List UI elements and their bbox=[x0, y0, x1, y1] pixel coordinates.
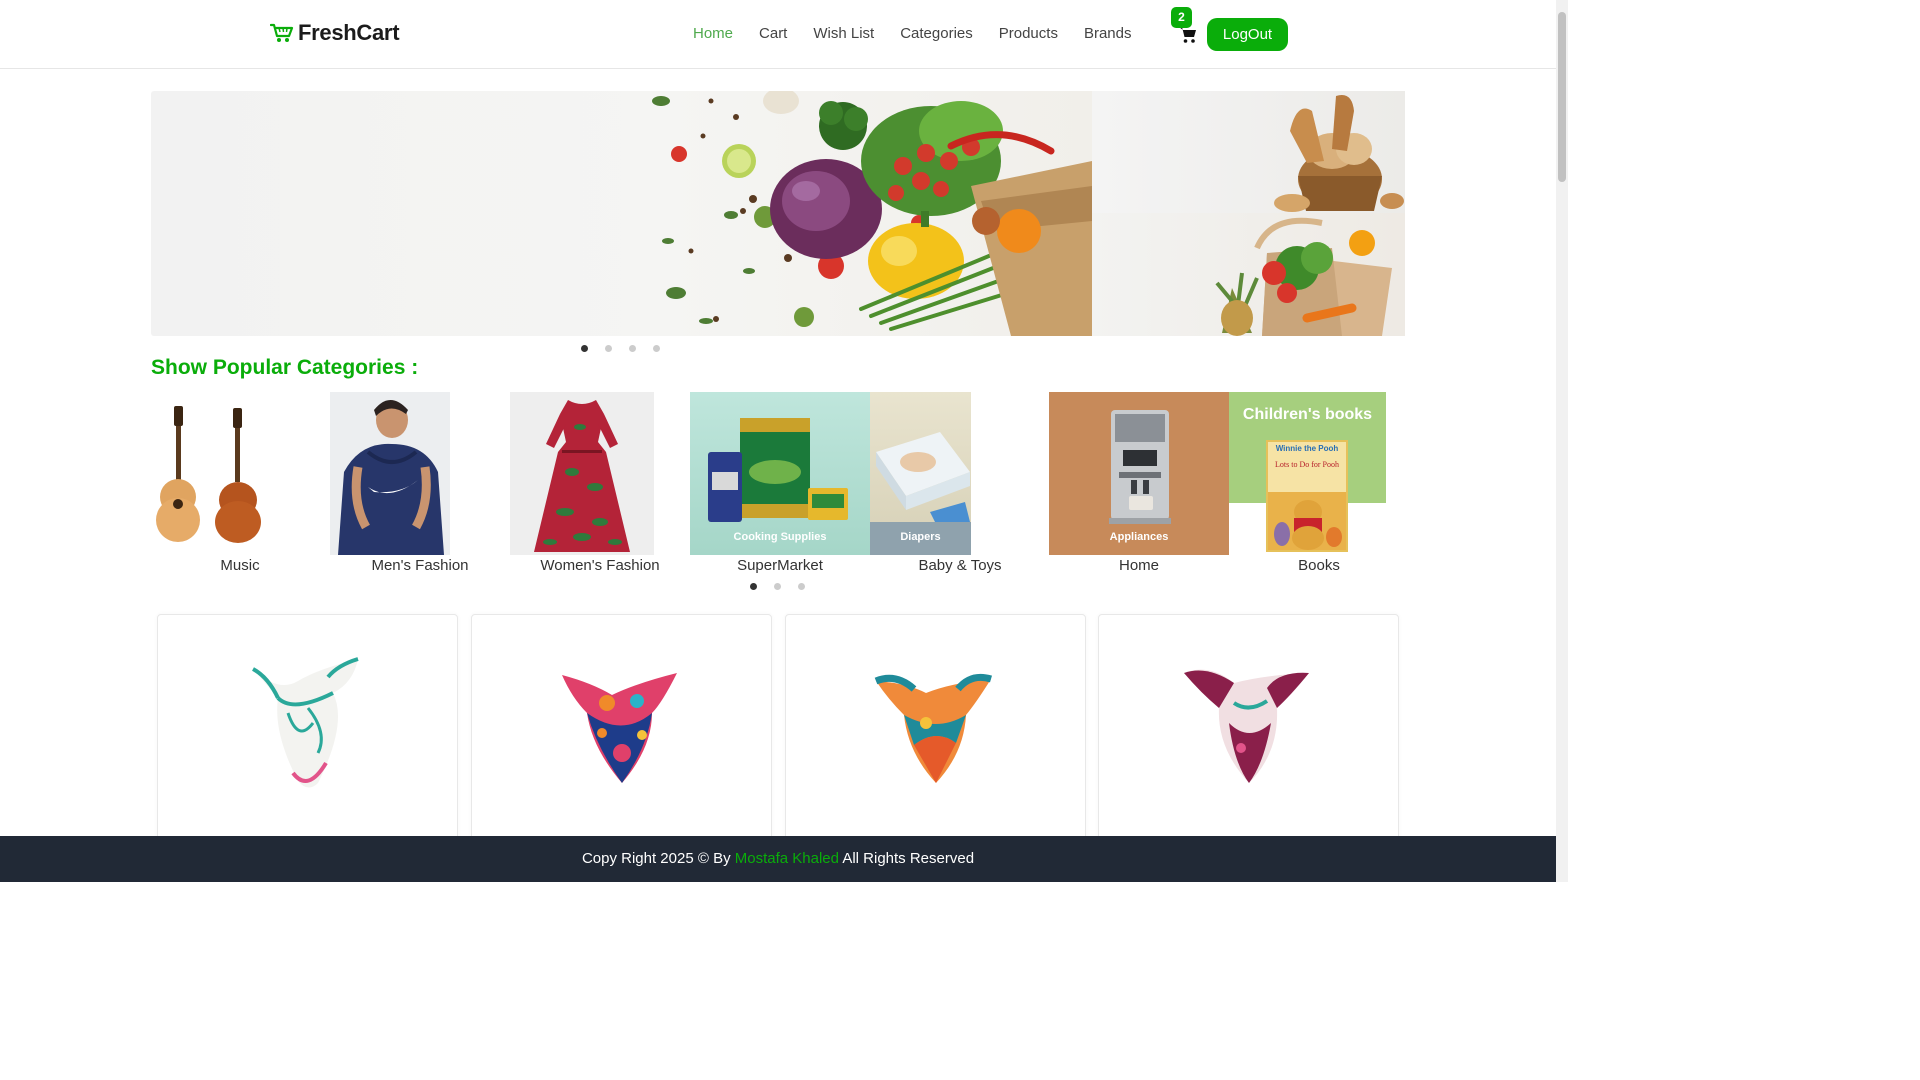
shopping-cart-icon bbox=[1179, 27, 1196, 43]
product-card[interactable] bbox=[785, 614, 1086, 854]
hero-slider-dot[interactable] bbox=[653, 345, 660, 352]
cart-logo-icon bbox=[270, 23, 294, 42]
category-name: Baby & Toys bbox=[918, 557, 1002, 574]
product-image bbox=[562, 673, 677, 783]
books-banner-title: Children's books bbox=[1242, 406, 1373, 423]
hero-side-images bbox=[1092, 91, 1405, 336]
hero-slider-dot[interactable] bbox=[629, 345, 636, 352]
bread-basket-image bbox=[1092, 91, 1405, 213]
categories-slider-dot[interactable] bbox=[750, 583, 757, 590]
category-image-label: Cooking Supplies bbox=[733, 531, 827, 543]
brand-name: FreshCart bbox=[298, 20, 400, 45]
category-image: Diapers bbox=[870, 392, 971, 555]
category-image bbox=[330, 392, 450, 555]
nav-link-brands[interactable]: Brands bbox=[1071, 24, 1145, 44]
scrollbar-thumb[interactable] bbox=[1558, 12, 1566, 182]
category-name: SuperMarket bbox=[737, 557, 823, 574]
hero-slider-dot[interactable] bbox=[605, 345, 612, 352]
category-image: Cooking Supplies bbox=[690, 392, 870, 555]
product-card[interactable] bbox=[157, 614, 458, 854]
categories-slider-dot[interactable] bbox=[798, 583, 805, 590]
category-image: Children's books Winnie the Pooh Lots to… bbox=[1229, 392, 1386, 555]
footer: Copy Right 2025 © By Mostafa Khaled All … bbox=[0, 836, 1556, 882]
product-card[interactable] bbox=[471, 614, 772, 854]
nav-links: Home Cart Wish List Categories Products … bbox=[680, 24, 1144, 44]
cart-count-badge: 2 bbox=[1171, 7, 1192, 28]
nav-link-wish-list[interactable]: Wish List bbox=[800, 24, 887, 44]
category-name: Men's Fashion bbox=[371, 557, 469, 574]
category-name: Books bbox=[1298, 557, 1340, 574]
category-name: Women's Fashion bbox=[540, 557, 660, 574]
hero-slider-image bbox=[151, 91, 1092, 336]
category-name: Music bbox=[220, 557, 260, 574]
category-name: Home bbox=[1118, 557, 1159, 574]
nav-link-home[interactable]: Home bbox=[680, 24, 746, 44]
category-image-label: Appliances bbox=[1109, 531, 1169, 543]
product-card[interactable] bbox=[1098, 614, 1399, 854]
categories-slider-dots bbox=[750, 583, 805, 590]
vegetables-bag-image bbox=[652, 91, 1092, 336]
nav-link-cart[interactable]: Cart bbox=[746, 24, 800, 44]
footer-author-link[interactable]: Mostafa Khaled bbox=[735, 850, 839, 867]
product-image bbox=[874, 673, 993, 783]
nav-link-products[interactable]: Products bbox=[986, 24, 1071, 44]
footer-rights: All Rights Reserved bbox=[842, 850, 975, 867]
product-image bbox=[252, 657, 359, 788]
hero-slider-dots bbox=[581, 345, 660, 352]
page: FreshCart Home Cart Wish List Categories… bbox=[0, 0, 1568, 882]
logout-button[interactable]: LogOut bbox=[1207, 18, 1288, 51]
category-image bbox=[510, 392, 654, 555]
category-image: Appliances bbox=[1049, 392, 1229, 555]
book-cover-image: Winnie the Pooh Lots to Do for Pooh bbox=[1266, 440, 1348, 552]
category-image-label: Diapers bbox=[900, 531, 941, 543]
hero-slider-dot[interactable] bbox=[581, 345, 588, 352]
popular-categories-title: Show Popular Categories : bbox=[151, 356, 419, 379]
grocery-bag-image bbox=[1092, 213, 1405, 336]
brand-logo[interactable]: FreshCart bbox=[270, 20, 400, 46]
product-image bbox=[1184, 669, 1309, 783]
category-image bbox=[150, 392, 275, 555]
nav-link-categories[interactable]: Categories bbox=[887, 24, 986, 44]
categories-slider-dot[interactable] bbox=[774, 583, 781, 590]
page-scrollbar[interactable] bbox=[1556, 0, 1568, 882]
navbar: FreshCart Home Cart Wish List Categories… bbox=[0, 0, 1556, 69]
footer-copyright: Copy Right 2025 © By bbox=[581, 850, 731, 867]
